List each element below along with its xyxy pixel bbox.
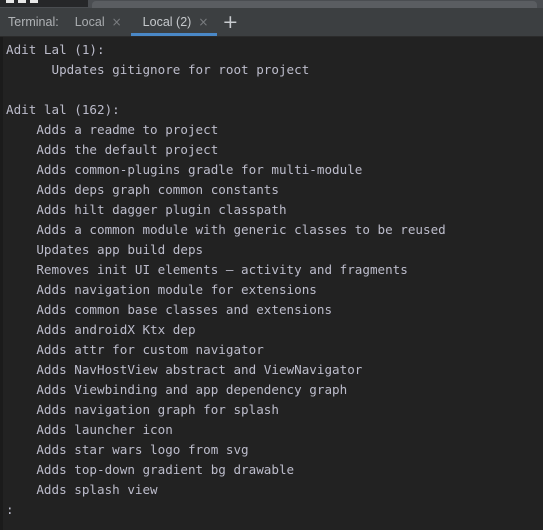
terminal-line: Adds the default project [6,142,219,157]
terminal-line: : [6,502,14,517]
terminal-text-content: Adit Lal (1): Updates gitignore for root… [6,40,543,520]
window-dot [30,0,38,3]
terminal-tabbar: Terminal: Local × Local (2) × + [0,8,543,37]
active-tab-indicator [130,32,218,36]
terminal-line: Adds deps graph common constants [6,182,279,197]
terminal-line: Adds common base classes and extensions [6,302,333,317]
tab-local-2[interactable]: Local (2) × [130,8,218,37]
terminal-line: Adds hilt dagger plugin classpath [6,202,287,217]
window-dot [18,0,26,3]
terminal-line: Updates gitignore for root project [6,62,310,77]
terminal-line: Adds common-plugins gradle for multi-mod… [6,162,363,177]
terminal-line: Adds splash view [6,482,158,497]
terminal-left-gutter [0,37,3,530]
terminal-line: Adds navigation graph for splash [6,402,279,417]
new-tab-button[interactable]: + [217,8,243,37]
tab-local-title: Local [74,15,105,29]
terminal-line: Adds top-down gradient bg drawable [6,462,295,477]
terminal-line: Updates app build deps [6,242,204,257]
terminal-line: Adds navigation module for extensions [6,282,317,297]
window-top-strip-left [0,0,88,7]
close-icon[interactable]: × [112,16,122,28]
terminal-line: Removes init UI elements – activity and … [6,262,408,277]
terminal-line: Adds a readme to project [6,122,219,137]
tab-local-2-title: Local (2) [142,15,192,29]
terminal-tabbar-label: Terminal: [8,15,59,29]
terminal-line: Adds star wars logo from svg [6,442,249,457]
terminal-line: Adds androidX Ktx dep [6,322,196,337]
tab-local[interactable]: Local × [63,8,131,37]
close-icon[interactable]: × [198,16,208,28]
terminal-line: Adds NavHostView abstract and ViewNaviga… [6,362,363,377]
terminal-line: Adit Lal (1): [6,42,105,57]
terminal-line: Adds a common module with generic classe… [6,222,446,237]
terminal-line: Adit lal (162): [6,102,120,117]
terminal-line: Adds launcher icon [6,422,173,437]
window-dot [6,0,14,3]
terminal-output-panel[interactable]: Adit Lal (1): Updates gitignore for root… [0,37,543,530]
window-dots-icon [6,0,42,3]
terminal-line: Adds Viewbinding and app dependency grap… [6,382,348,397]
terminal-line: Adds attr for custom navigator [6,342,264,357]
